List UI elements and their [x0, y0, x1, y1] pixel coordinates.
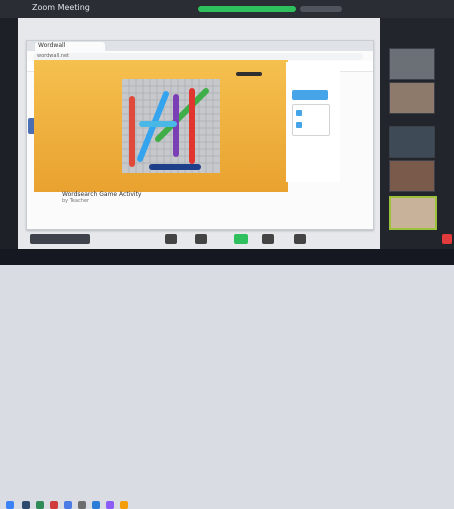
meeting-options-pill[interactable]	[300, 6, 342, 12]
address-bar[interactable]: wordwall.net	[33, 53, 363, 60]
participant-thumb-5[interactable]	[389, 196, 437, 230]
taskbar-icon-3[interactable]	[50, 501, 58, 509]
wordsearch-grid[interactable]	[122, 79, 220, 173]
taskbar-icon-2[interactable]	[36, 501, 44, 509]
browser-tab-label: Wordwall	[38, 42, 66, 49]
taskbar-icon-7[interactable]	[106, 501, 114, 509]
taskbar-icon-1[interactable]	[22, 501, 30, 509]
mic-control[interactable]	[30, 234, 90, 244]
activity-caption: Wordsearch Game Activity by Teacher	[62, 191, 212, 209]
browser-tab[interactable]: Wordwall	[35, 42, 105, 51]
windows-taskbar	[0, 249, 454, 509]
taskbar-icon-8[interactable]	[120, 501, 128, 509]
option-icon-1[interactable]	[296, 110, 302, 116]
share-screen-control[interactable]	[234, 234, 248, 244]
option-icon-2[interactable]	[296, 122, 302, 128]
stage-badge	[236, 72, 262, 76]
taskbar-icon-4[interactable]	[64, 501, 72, 509]
meeting-title: Zoom Meeting	[32, 3, 90, 12]
taskbar-icon-6[interactable]	[92, 501, 100, 509]
participant-thumb-4[interactable]	[389, 160, 435, 192]
record-control[interactable]	[294, 234, 306, 244]
taskbar-icon-5[interactable]	[78, 501, 86, 509]
wordsearch-svg	[122, 79, 220, 173]
options-box[interactable]	[292, 104, 330, 136]
primary-action-button[interactable]	[292, 90, 328, 100]
participant-thumb-2[interactable]	[389, 82, 435, 114]
left-edge-strip	[0, 18, 18, 249]
start-icon[interactable]	[6, 501, 14, 509]
video-control[interactable]	[165, 234, 177, 244]
meeting-top-bar: Zoom Meeting	[0, 0, 454, 18]
participant-thumb-3[interactable]	[389, 126, 435, 158]
zoom-window: Zoom Meeting Wordwall wordwall.net Words…	[0, 0, 454, 509]
address-text: wordwall.net	[37, 53, 70, 59]
screen-share-indicator[interactable]	[198, 6, 296, 12]
participants-control[interactable]	[195, 234, 207, 244]
end-call-button[interactable]	[442, 234, 452, 244]
meeting-controls-bar	[30, 234, 452, 246]
chat-control[interactable]	[262, 234, 274, 244]
participant-thumb-1[interactable]	[389, 48, 435, 80]
activity-subtitle: by Teacher	[62, 198, 90, 204]
browser-tabstrip: Wordwall	[27, 41, 373, 51]
activity-title: Wordsearch Game Activity	[62, 191, 142, 198]
